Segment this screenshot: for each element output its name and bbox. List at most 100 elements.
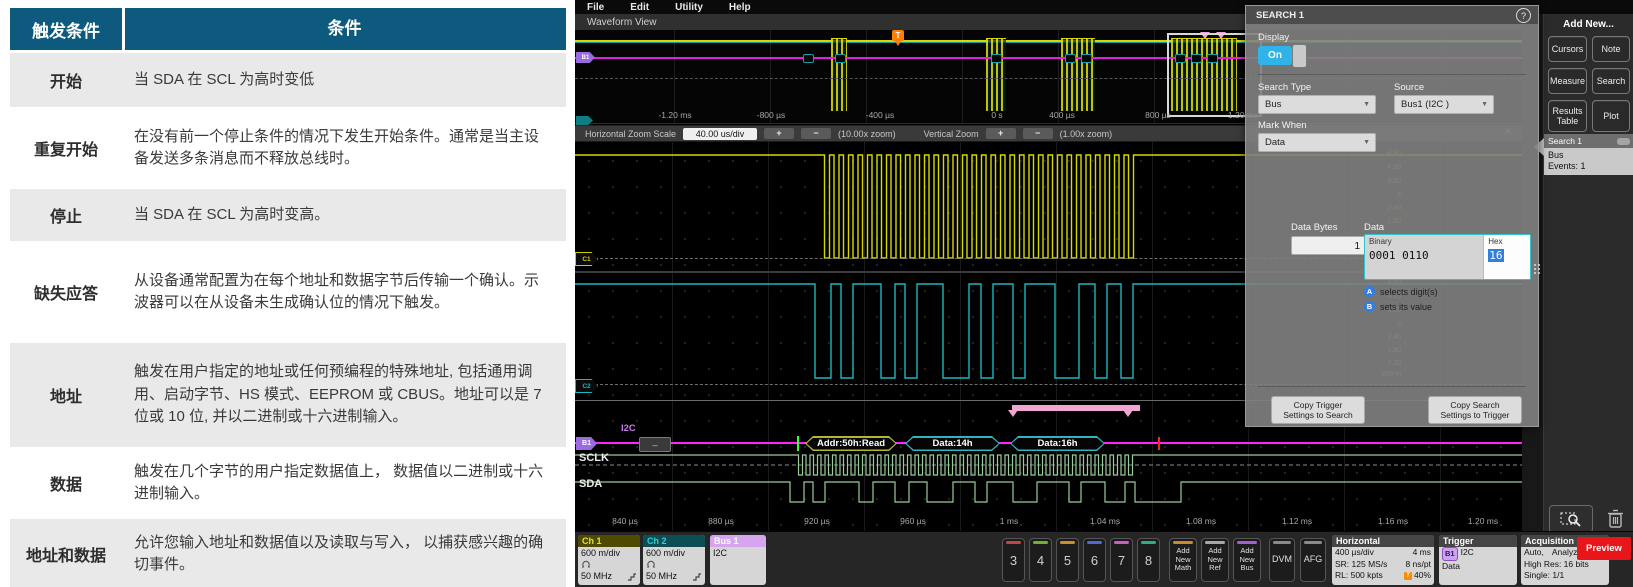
add-new-math-button[interactable]: AddNewMath bbox=[1169, 538, 1197, 582]
row-desc: 在没有前一个停止条件的情况下发生开始条件。通常是当主设备发送多条消息而不释放总线… bbox=[122, 110, 566, 186]
channel-number: 4 bbox=[1030, 553, 1051, 568]
trigger-position-pointer bbox=[895, 41, 901, 46]
ch1-badge-header: Ch 1 bbox=[578, 535, 640, 547]
menu-edit[interactable]: Edit bbox=[630, 2, 649, 13]
delete-button[interactable] bbox=[1602, 506, 1628, 530]
ch2-badge-body: 600 m/div 50 MHz bbox=[643, 547, 705, 584]
help-icon[interactable]: ? bbox=[1516, 8, 1531, 23]
note-button[interactable]: Note bbox=[1592, 36, 1630, 62]
menu-utility[interactable]: Utility bbox=[675, 2, 703, 13]
chevron-down-icon: ▼ bbox=[1481, 101, 1488, 108]
button-color-strip bbox=[1304, 541, 1322, 544]
channel-5-button[interactable]: 5 bbox=[1056, 538, 1079, 582]
results-table-button[interactable]: Results Table bbox=[1548, 100, 1587, 132]
knob-b-hint: B sets its value bbox=[1364, 301, 1432, 312]
ch1-badge[interactable]: Ch 1 600 m/div 50 MHz bbox=[578, 535, 640, 585]
h-zoom-plus-button[interactable]: + bbox=[764, 128, 794, 139]
channel-4-button[interactable]: 4 bbox=[1029, 538, 1052, 582]
h-zoom-minus-button[interactable]: − bbox=[801, 128, 831, 139]
panel-title: SEARCH 1 bbox=[1246, 10, 1304, 21]
search-button[interactable]: Search bbox=[1592, 68, 1630, 94]
cursors-button[interactable]: Cursors bbox=[1548, 36, 1587, 62]
menu-file[interactable]: File bbox=[587, 2, 604, 13]
add-new-ref-button[interactable]: AddNewRef bbox=[1201, 538, 1229, 582]
ch1-bandwidth: 50 MHz bbox=[581, 571, 612, 583]
i2c-trigger-table: 触发条件 条件 开始 当 SDA 在 SCL 为高时变低 重复开始 在没有前一个… bbox=[10, 5, 566, 587]
result-item-type: Bus bbox=[1548, 150, 1630, 161]
zoom-scale-input[interactable]: 40.00 us/div bbox=[683, 128, 757, 140]
overview-axis-label: 800 µs bbox=[1145, 110, 1171, 120]
time-axis-label: 1 ms bbox=[1000, 516, 1018, 526]
preview-button[interactable]: Preview bbox=[1577, 537, 1631, 560]
channel-6-button[interactable]: 6 bbox=[1083, 538, 1106, 582]
mark-when-dropdown[interactable]: Data▼ bbox=[1258, 133, 1376, 152]
bus1-badge-header: Bus 1 bbox=[710, 535, 766, 547]
i2c-trigger-table-region: 触发条件 条件 开始 当 SDA 在 SCL 为高时变低 重复开始 在没有前一个… bbox=[0, 0, 575, 587]
trigger-position-icon[interactable]: T bbox=[892, 30, 904, 41]
data-value-group: Binary 0001 0110 Hex 16 bbox=[1364, 234, 1531, 280]
decode-dot bbox=[991, 54, 1002, 63]
start-condition-tick bbox=[797, 436, 799, 451]
add-new-bus-button[interactable]: AddNewBus bbox=[1233, 538, 1261, 582]
v-zoom-plus-button[interactable]: + bbox=[986, 128, 1016, 139]
tab-waveform-view[interactable]: Waveform View bbox=[575, 17, 656, 28]
knob-b-icon: B bbox=[1364, 301, 1375, 312]
source-label: Source bbox=[1394, 82, 1424, 93]
search-type-dropdown[interactable]: Bus▼ bbox=[1258, 95, 1376, 114]
search-result-item[interactable]: Search 1 Bus Events: 1 bbox=[1544, 134, 1633, 175]
coupling-icon bbox=[646, 560, 702, 572]
trigger-badge[interactable]: Trigger B1I2C Data bbox=[1439, 535, 1517, 585]
channel-color-strip bbox=[1141, 541, 1156, 544]
stop-condition-tick bbox=[1158, 437, 1160, 450]
dvm-button[interactable]: DVM bbox=[1269, 538, 1295, 582]
measure-button[interactable]: Measure bbox=[1548, 68, 1587, 94]
v-zoom-readout: (1.00x zoom) bbox=[1060, 129, 1113, 139]
result-item-body[interactable]: Bus Events: 1 bbox=[1544, 148, 1633, 175]
panel-drag-handle[interactable] bbox=[1533, 256, 1540, 282]
menu-help[interactable]: Help bbox=[729, 2, 751, 13]
panel-title-bar[interactable]: SEARCH 1 ? bbox=[1246, 6, 1538, 24]
v-zoom-minus-button[interactable]: − bbox=[1023, 128, 1053, 139]
result-item-title: Search 1 bbox=[1544, 136, 1617, 146]
result-item-header[interactable]: Search 1 bbox=[1544, 134, 1633, 148]
plot-button[interactable]: Plot bbox=[1592, 100, 1630, 132]
bus-handle-box[interactable]: – bbox=[639, 437, 671, 452]
channel-number: 6 bbox=[1084, 553, 1105, 568]
row-desc: 从设备通常配置为在每个地址和数据字节后传输一个确认。示波器可以在从设备未生成确认… bbox=[122, 244, 566, 340]
row-term: 数据 bbox=[10, 450, 122, 516]
bus1-badge-body: I2C bbox=[710, 547, 766, 561]
button-color-strip bbox=[1237, 541, 1257, 544]
display-on-toggle[interactable]: On bbox=[1258, 46, 1292, 65]
channel-3-button[interactable]: 3 bbox=[1002, 538, 1025, 582]
search-config-panel: SEARCH 1 ? Display On Search Type Bus▼ S… bbox=[1245, 5, 1539, 427]
decode-box-data2[interactable]: Data:16h bbox=[1010, 436, 1105, 451]
channel-color-strip bbox=[1114, 541, 1129, 544]
overview-axis-label: -1.20 ms bbox=[658, 110, 691, 120]
bus1-marker-badge[interactable]: B1 bbox=[576, 52, 595, 63]
hex-field[interactable]: Hex 16 bbox=[1483, 235, 1530, 279]
row-term: 开始 bbox=[10, 53, 122, 107]
copy-trigger-to-search-button[interactable]: Copy TriggerSettings to Search bbox=[1271, 396, 1365, 424]
bus1-badge[interactable]: Bus 1 I2C bbox=[710, 535, 766, 585]
binary-value[interactable]: 0001 0110 bbox=[1369, 249, 1429, 262]
search-match-bar bbox=[1012, 405, 1140, 411]
decode-box-address[interactable]: Addr:50h:Read bbox=[805, 436, 897, 451]
horizontal-badge[interactable]: Horizontal 400 µs/div4 ms SR: 125 MS/s8 … bbox=[1332, 535, 1434, 585]
sda-label: SDA bbox=[579, 478, 602, 490]
channel-8-button[interactable]: 8 bbox=[1137, 538, 1160, 582]
ch2-marker-badge[interactable] bbox=[576, 116, 593, 125]
channel-7-button[interactable]: 7 bbox=[1110, 538, 1133, 582]
data-bytes-field[interactable]: 1 bbox=[1291, 236, 1366, 255]
display-toggle-knob[interactable] bbox=[1292, 44, 1307, 68]
copy-search-to-trigger-button[interactable]: Copy SearchSettings to Trigger bbox=[1428, 396, 1522, 424]
knob-a-icon: A bbox=[1364, 286, 1375, 297]
binary-field[interactable]: Binary 0001 0110 bbox=[1365, 235, 1483, 279]
decode-dot bbox=[1065, 54, 1076, 63]
result-item-pill[interactable] bbox=[1617, 138, 1630, 145]
afg-button[interactable]: AFG bbox=[1300, 538, 1326, 582]
source-dropdown[interactable]: Bus1 (I2C )▼ bbox=[1394, 95, 1494, 114]
decode-box-data1[interactable]: Data:14h bbox=[905, 436, 1000, 451]
ch2-badge[interactable]: Ch 2 600 m/div 50 MHz bbox=[643, 535, 705, 585]
hex-value[interactable]: 16 bbox=[1488, 249, 1503, 262]
zoom-mode-button[interactable] bbox=[1549, 505, 1593, 533]
